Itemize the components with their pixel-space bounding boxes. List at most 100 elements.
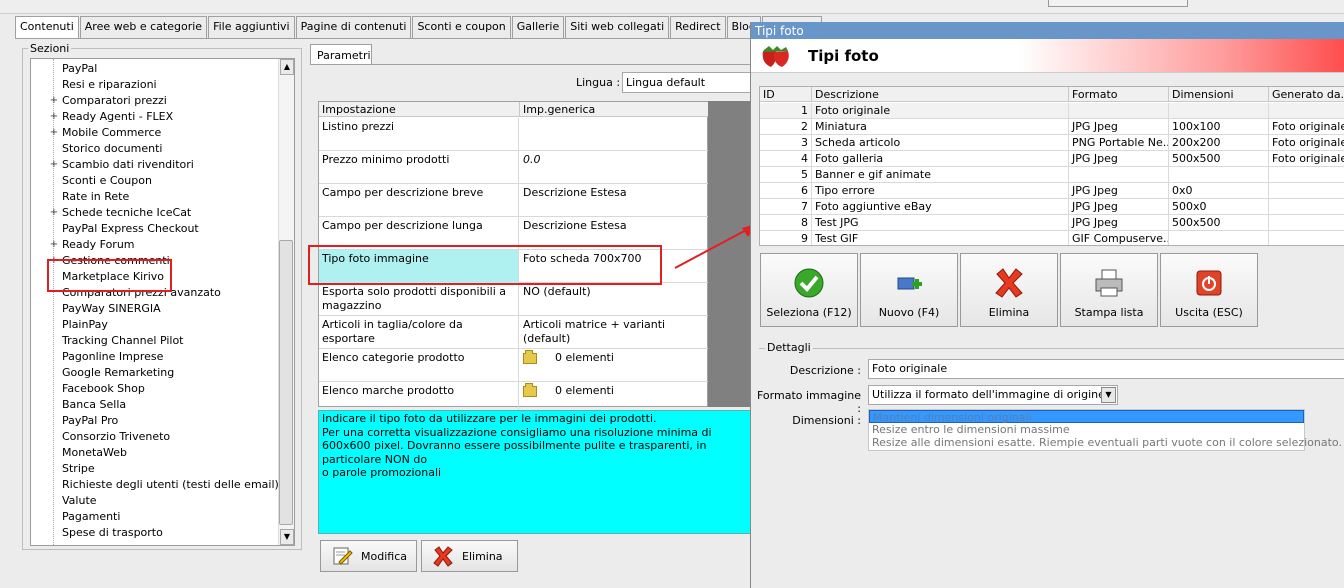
edit-icon — [331, 545, 353, 567]
tree-item-label: PayWay SINERGIA — [62, 302, 161, 315]
table-row[interactable]: 8 Test JPG JPG Jpeg 500x500 — [760, 215, 1344, 231]
table-cell-dim: 500x500 — [1169, 151, 1269, 167]
table-row[interactable]: 1 Foto originale — [760, 103, 1344, 119]
expand-plus-icon[interactable]: + — [49, 237, 59, 253]
setting-value[interactable]: Articoli matrice + varianti (default) — [520, 316, 709, 349]
setting-value[interactable]: 0 elementi — [520, 349, 709, 382]
table-cell-desc: Tipo errore — [812, 183, 1069, 199]
tree-item-label: Pagonline Imprese — [62, 350, 164, 363]
tab-6[interactable]: Siti web collegati — [565, 16, 670, 38]
settings-row[interactable]: Articoli in taglia/colore da esportare Ar… — [319, 316, 709, 349]
folder-icon — [523, 382, 537, 397]
delete-x-icon — [992, 266, 1026, 300]
scroll-up-icon[interactable]: ▲ — [280, 59, 294, 75]
scroll-thumb[interactable] — [279, 240, 293, 525]
tab-7[interactable]: Redirect — [670, 16, 726, 38]
table-row[interactable]: 7 Foto aggiuntive eBay JPG Jpeg 500x0 — [760, 199, 1344, 215]
expand-plus-icon[interactable]: + — [49, 157, 59, 173]
tab-3[interactable]: Pagine di contenuti — [295, 16, 412, 38]
descrizione-field[interactable]: Foto originale — [868, 359, 1344, 379]
setting-value[interactable]: NO (default) — [520, 283, 709, 316]
table-cell-gen: Foto originale — [1269, 119, 1344, 135]
button-label: Elimina — [988, 306, 1030, 319]
expand-plus-icon[interactable]: + — [49, 125, 59, 141]
descrizione-label: Descrizione : — [789, 364, 861, 377]
dimensioni-option[interactable]: Resize alle dimensioni esatte. Riempie e… — [869, 436, 1342, 449]
expand-plus-icon[interactable]: + — [49, 109, 59, 125]
dimensioni-label: Dimensioni : — [792, 414, 861, 427]
tab-1[interactable]: Aree web e categorie — [79, 16, 208, 38]
dimensioni-option[interactable]: Resize entro le dimensioni massime — [869, 423, 1304, 436]
chevron-down-icon[interactable]: ▼ — [1101, 387, 1116, 403]
table-cell-desc: Test GIF — [812, 231, 1069, 245]
table-header-2[interactable]: Formato — [1069, 87, 1169, 102]
params-divider — [310, 64, 750, 65]
tree-item-label: Facebook Shop — [62, 382, 145, 395]
settings-row[interactable]: Listino prezzi — [319, 118, 709, 151]
tree-item-label: Pagamenti — [62, 510, 121, 523]
seleziona-button[interactable]: Seleziona (F12) — [760, 253, 858, 327]
formato-select[interactable]: Utilizza il formato dell'immagine di ori… — [868, 385, 1118, 405]
button-label: Uscita (ESC) — [1175, 306, 1243, 319]
table-cell-desc: Foto aggiuntive eBay — [812, 199, 1069, 215]
elimina-button[interactable]: Elimina — [421, 540, 518, 572]
table-row[interactable]: 5 Banner e gif animate — [760, 167, 1344, 183]
sections-tree[interactable]: PayPal Resi e riparazioni + Comparatori pre… — [30, 58, 295, 546]
table-header-3[interactable]: Dimensioni — [1169, 87, 1269, 102]
expand-plus-icon[interactable]: + — [49, 205, 59, 221]
setting-value[interactable] — [520, 118, 709, 151]
table-cell-gen — [1269, 215, 1344, 231]
table-row[interactable]: 2 Miniatura JPG Jpeg 100x100 Foto originale — [760, 119, 1344, 135]
tree-item-label: Mobile Commerce — [62, 126, 162, 139]
table-cell-id: 5 — [760, 167, 812, 183]
settings-row[interactable]: Esporta solo prodotti disponibili a maga… — [319, 283, 709, 316]
top-button[interactable] — [1048, 0, 1188, 7]
elimina-dialog-button[interactable]: Elimina — [960, 253, 1058, 327]
scroll-down-icon[interactable]: ▼ — [280, 529, 294, 545]
dialog-titlebar[interactable]: Tipi foto — [751, 22, 1344, 39]
setting-name: Prezzo minimo prodotti — [319, 151, 519, 184]
dialog-header: Tipi foto — [751, 39, 1344, 73]
table-header-1[interactable]: Descrizione — [812, 87, 1069, 102]
settings-row[interactable]: Elenco categorie prodotto 0 elementi — [319, 349, 709, 382]
stampa-lista-button[interactable]: Stampa lista — [1060, 253, 1158, 327]
button-label: Nuovo (F4) — [878, 306, 940, 319]
table-cell-desc: Foto originale — [812, 103, 1069, 119]
button-label: Stampa lista — [1074, 306, 1144, 319]
table-row[interactable]: 3 Scheda articolo PNG Portable Ne... 200x20… — [760, 135, 1344, 151]
tab-parametri[interactable]: Parametri — [310, 44, 372, 65]
lingua-select[interactable]: Lingua default — [622, 72, 752, 93]
modifica-button[interactable]: Modifica — [320, 540, 417, 572]
table-header-0[interactable]: ID — [760, 87, 812, 102]
table-row[interactable]: 4 Foto galleria JPG Jpeg 500x500 Foto origin… — [760, 151, 1344, 167]
modifica-label: Modifica — [361, 549, 407, 563]
table-cell-id: 2 — [760, 119, 812, 135]
table-cell-dim: 500x500 — [1169, 215, 1269, 231]
tab-4[interactable]: Sconti e coupon — [412, 16, 511, 38]
uscita-button[interactable]: Uscita (ESC) — [1160, 253, 1258, 327]
setting-value-text: Descrizione Estesa — [523, 186, 627, 199]
settings-row[interactable]: Campo per descrizione breve Descrizione E… — [319, 184, 709, 217]
tab-2[interactable]: File aggiuntivi — [208, 16, 295, 38]
dimensioni-option[interactable]: Mantieni dimensioni originali — [869, 410, 1304, 424]
tree-item-label: Tracking Channel Pilot — [62, 334, 184, 347]
table-cell-fmt: GIF Compuserve... — [1069, 231, 1169, 245]
table-row[interactable]: 9 Test GIF GIF Compuserve... — [760, 231, 1344, 245]
expand-plus-icon[interactable]: + — [49, 93, 59, 109]
col-value-header[interactable]: Imp.generica — [520, 102, 709, 117]
table-header-4[interactable]: Generato da... — [1269, 87, 1344, 102]
tab-5[interactable]: Gallerie — [511, 16, 565, 38]
table-cell-fmt: JPG Jpeg — [1069, 215, 1169, 231]
sections-title: Sezioni — [28, 42, 72, 55]
table-row[interactable]: 6 Tipo errore JPG Jpeg 0x0 — [760, 183, 1344, 199]
col-setting-header[interactable]: Impostazione — [319, 102, 520, 117]
dimensioni-list[interactable]: Mantieni dimensioni originali Resize entr… — [868, 409, 1342, 451]
table-cell-desc: Test JPG — [812, 215, 1069, 231]
settings-row[interactable]: Prezzo minimo prodotti 0.0 — [319, 151, 709, 184]
setting-value[interactable]: Descrizione Estesa — [520, 184, 709, 217]
annotation-arrow-icon — [674, 224, 756, 269]
tab-0[interactable]: Contenuti — [15, 16, 79, 39]
nuovo-button[interactable]: Nuovo (F4) — [860, 253, 958, 327]
table-cell-fmt — [1069, 167, 1169, 183]
setting-value[interactable]: 0.0 — [520, 151, 709, 184]
